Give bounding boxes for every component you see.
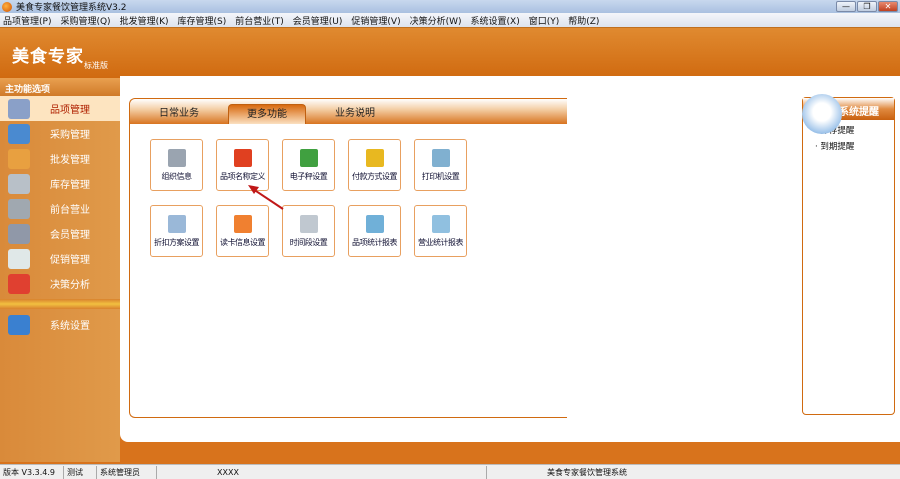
menu-item[interactable]: 品项管理(P) xyxy=(3,14,51,27)
sidebar-item[interactable]: 库存管理 xyxy=(0,171,120,196)
menu-bar: 品项管理(P) 采购管理(Q) 批发管理(K) 库存管理(S) 前台营业(T) 会员管理(… xyxy=(0,13,900,28)
cart-arrow-icon xyxy=(8,198,30,219)
menu-item[interactable]: 采购管理(Q) xyxy=(60,14,110,27)
pie-chart-icon xyxy=(8,273,30,294)
status-field: 版本 V3.3.4.9 xyxy=(0,465,64,479)
form-pencil-icon xyxy=(8,123,30,144)
header: 美食专家 标准版 xyxy=(0,28,900,78)
sidebar-divider xyxy=(0,299,120,309)
status-field: 美食专家餐饮管理系统 xyxy=(547,467,627,477)
menu-item[interactable]: 系统设置(X) xyxy=(471,14,520,27)
line-chart-icon xyxy=(8,248,30,269)
restore-button[interactable]: ❐ xyxy=(857,1,877,12)
minimize-button[interactable]: — xyxy=(836,1,856,12)
sidebar-item-system-settings[interactable]: 系统设置 xyxy=(0,312,120,337)
sidebar: 主功能选项 品项管理采购管理批发管理库存管理前台营业会员管理促销管理决策分析 系… xyxy=(0,78,120,462)
menu-item[interactable]: 决策分析(W) xyxy=(410,14,462,27)
sidebar-item[interactable]: 批发管理 xyxy=(0,146,120,171)
sidebar-item-label: 系统设置 xyxy=(50,321,90,332)
sidebar-item[interactable]: 品项管理 xyxy=(0,96,120,121)
red-arrow-annotation xyxy=(248,185,284,210)
status-bar: 版本 V3.3.4.9 测试 系统管理员 XXXX 美食专家餐饮管理系统 xyxy=(0,464,900,479)
reminder-item[interactable]: · 到期提醒 xyxy=(803,136,894,152)
sidebar-item-label: 采购管理 xyxy=(50,130,90,141)
member-card-icon xyxy=(8,223,30,244)
building-pencil-icon xyxy=(8,98,30,119)
status-field: 系统管理员 xyxy=(97,465,157,479)
status-field: 测试 xyxy=(64,465,97,479)
sidebar-item-label: 品项管理 xyxy=(50,105,90,116)
computer-add-icon xyxy=(8,314,30,335)
title-bar: 美食专家餐饮管理系统V3.2 — ❐ ✕ xyxy=(0,0,900,13)
menu-item[interactable]: 库存管理(S) xyxy=(178,14,227,27)
sidebar-item-label: 决策分析 xyxy=(50,280,90,291)
menu-item[interactable]: 促销管理(V) xyxy=(351,14,400,27)
logo: 美食专家 xyxy=(12,47,84,67)
window-title: 美食专家餐饮管理系统V3.2 xyxy=(16,3,127,13)
status-field: XXXX xyxy=(157,465,487,479)
sidebar-item-label: 促销管理 xyxy=(50,255,90,266)
sidebar-item[interactable]: 促销管理 xyxy=(0,246,120,271)
menu-item[interactable]: 窗口(Y) xyxy=(529,14,560,27)
sidebar-item-label: 前台营业 xyxy=(50,205,90,216)
sidebar-item[interactable]: 前台营业 xyxy=(0,196,120,221)
main-area: 日常业务 更多功能 业务说明 组织信息 品项名称定义 电子秤设置 付款方式设置 打印机设置折… xyxy=(120,76,900,442)
bird-logo-icon xyxy=(802,94,842,134)
sidebar-item-label: 批发管理 xyxy=(50,155,90,166)
menu-item[interactable]: 会员管理(U) xyxy=(293,14,343,27)
menu-item[interactable]: 批发管理(K) xyxy=(120,14,169,27)
menu-item[interactable]: 帮助(Z) xyxy=(568,14,599,27)
sidebar-item[interactable]: 会员管理 xyxy=(0,221,120,246)
truck-arrow-icon xyxy=(8,148,30,169)
reminder-panel: 系统提醒 · 库存提醒 · 到期提醒 xyxy=(802,97,895,415)
menu-item[interactable]: 前台营业(T) xyxy=(235,14,284,27)
close-button[interactable]: ✕ xyxy=(878,1,898,12)
database-add-icon xyxy=(8,173,30,194)
logo-edition: 标准版 xyxy=(84,61,108,70)
sidebar-item-label: 会员管理 xyxy=(50,230,90,241)
sidebar-item[interactable]: 决策分析 xyxy=(0,271,120,296)
sidebar-item-label: 库存管理 xyxy=(50,180,90,191)
sidebar-item[interactable]: 采购管理 xyxy=(0,121,120,146)
sidebar-title: 主功能选项 xyxy=(0,78,120,96)
app-icon xyxy=(2,1,12,12)
